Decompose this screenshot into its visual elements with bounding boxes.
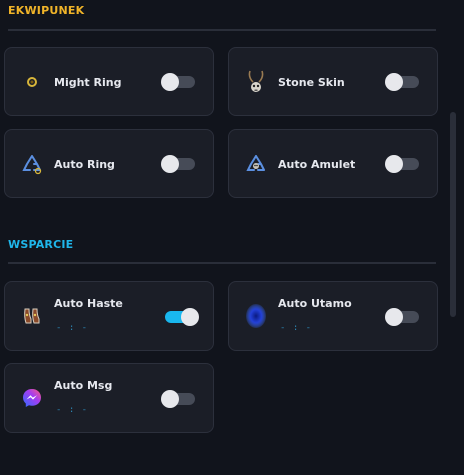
- card-auto-amulet: Auto Amulet: [228, 129, 438, 198]
- boots-icon: [19, 303, 45, 329]
- section-divider-support: [8, 262, 436, 264]
- card-auto-msg: Auto Msg - : -: [4, 363, 214, 433]
- auto-ring-toggle[interactable]: [161, 155, 195, 173]
- auto-msg-label: Auto Msg: [54, 379, 113, 392]
- card-might-ring: Might Ring: [4, 47, 214, 116]
- auto-haste-timer: - : -: [56, 323, 89, 333]
- scrollbar[interactable]: [450, 112, 456, 317]
- auto-utamo-label: Auto Utamo: [278, 297, 352, 310]
- auto-utamo-toggle[interactable]: [385, 308, 419, 326]
- might-ring-toggle[interactable]: [161, 73, 195, 91]
- recycle-amulet-icon: [243, 151, 269, 177]
- auto-ring-label: Auto Ring: [54, 158, 115, 171]
- magic-shield-icon: [243, 303, 269, 329]
- card-stone-skin: Stone Skin: [228, 47, 438, 116]
- auto-haste-label: Auto Haste: [54, 297, 123, 310]
- recycle-ring-icon: [19, 151, 45, 177]
- messenger-icon: [19, 385, 45, 411]
- section-divider-equipment: [8, 29, 436, 31]
- auto-msg-toggle[interactable]: [161, 390, 195, 408]
- auto-msg-timer: - : -: [56, 405, 89, 415]
- auto-amulet-label: Auto Amulet: [278, 158, 356, 171]
- card-auto-utamo: Auto Utamo - : -: [228, 281, 438, 351]
- card-auto-ring: Auto Ring: [4, 129, 214, 198]
- ring-icon: [19, 69, 45, 95]
- card-auto-haste: Auto Haste - : -: [4, 281, 214, 351]
- section-title-equipment: EKWIPUNEK: [8, 4, 85, 17]
- might-ring-label: Might Ring: [54, 76, 122, 89]
- auto-utamo-timer: - : -: [280, 323, 313, 333]
- auto-amulet-toggle[interactable]: [385, 155, 419, 173]
- amulet-skull-icon: [243, 69, 269, 95]
- stone-skin-toggle[interactable]: [385, 73, 419, 91]
- auto-haste-toggle[interactable]: [165, 308, 199, 326]
- section-title-support: WSPARCIE: [8, 238, 74, 251]
- stone-skin-label: Stone Skin: [278, 76, 345, 89]
